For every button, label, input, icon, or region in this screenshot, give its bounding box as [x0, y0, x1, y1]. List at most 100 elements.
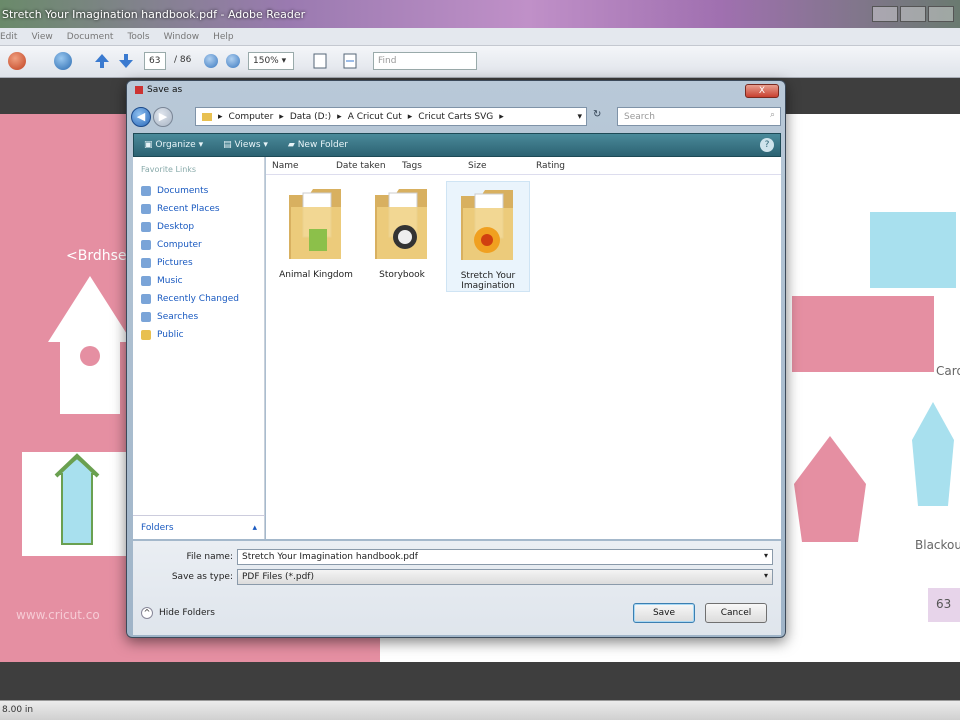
refresh-icon[interactable]: ↻ [593, 109, 601, 120]
breadcrumb-cricut-carts[interactable]: Cricut Carts SVG [418, 112, 493, 122]
breadcrumb[interactable]: ▸ Computer ▸ Data (D:) ▸ A Cricut Cut ▸ … [195, 107, 587, 126]
recently-changed-icon [141, 294, 151, 304]
reader-title: Stretch Your Imagination handbook.pdf - … [2, 8, 306, 21]
menu-window[interactable]: Window [164, 32, 200, 42]
dialog-app-icon [135, 86, 143, 94]
save-type-row: Save as type: PDF Files (*.pdf) ▾ [139, 569, 773, 585]
card-label: Card [936, 364, 960, 378]
public-folder-icon [141, 330, 151, 340]
cancel-button[interactable]: Cancel [705, 603, 767, 623]
help-icon[interactable]: ? [760, 138, 774, 152]
column-rating[interactable]: Rating [536, 161, 565, 171]
zoom-in-icon[interactable] [226, 52, 240, 72]
nav-desktop[interactable]: Desktop [133, 218, 264, 236]
menu-help[interactable]: Help [213, 32, 234, 42]
save-options-panel: File name: Stretch Your Imagination hand… [133, 541, 781, 635]
column-date-taken[interactable]: Date taken [336, 161, 386, 171]
nav-computer[interactable]: Computer [133, 236, 264, 254]
views-button[interactable]: ▤ Views ▾ [223, 140, 268, 150]
fit-page-icon[interactable] [312, 52, 328, 72]
website-text: www.cricut.co [16, 608, 100, 622]
fit-width-icon[interactable] [342, 52, 358, 72]
zoom-select[interactable]: 150% ▾ [248, 52, 294, 70]
birdhouse-label: <Brdhse [66, 248, 127, 264]
dialog-close-button[interactable]: X [745, 84, 779, 98]
chevron-down-icon[interactable]: ▾ [764, 571, 768, 580]
chevron-up-icon: ^ [141, 607, 153, 619]
blue-cell [870, 212, 956, 288]
menu-tools[interactable]: Tools [127, 32, 149, 42]
page-number-badge: 63 [928, 588, 960, 622]
find-input[interactable]: Find [373, 52, 477, 70]
nav-music[interactable]: Music [133, 272, 264, 290]
breadcrumb-cricut-cut[interactable]: A Cricut Cut [348, 112, 402, 122]
menu-bar: Edit View Document Tools Window Help [0, 28, 960, 46]
column-name[interactable]: Name [272, 161, 299, 171]
music-icon [141, 276, 151, 286]
nav-recent-places[interactable]: Recent Places [133, 200, 264, 218]
nav-recently-changed[interactable]: Recently Changed [133, 290, 264, 308]
column-tags[interactable]: Tags [402, 161, 422, 171]
breadcrumb-data[interactable]: Data (D:) [290, 112, 331, 122]
reader-toolbar: 63 / 86 150% ▾ Find [0, 46, 960, 78]
command-bar: ▣ Organize ▾ ▤ Views ▾ ▰ New Folder ? [133, 133, 781, 157]
column-size[interactable]: Size [468, 161, 486, 171]
folder-item-animal-kingdom[interactable]: Animal Kingdom [274, 181, 358, 280]
folders-toggle[interactable]: Folders ▴ [133, 515, 265, 539]
pink-birdhouse-image [794, 436, 866, 542]
folder-icon [461, 190, 513, 260]
window-controls [872, 6, 954, 22]
organize-button[interactable]: ▣ Organize ▾ [144, 140, 203, 150]
folder-item-storybook[interactable]: Storybook [360, 181, 444, 280]
chevron-down-icon[interactable]: ▾ [764, 551, 768, 560]
hide-folders-toggle[interactable]: ^ Hide Folders [141, 607, 215, 619]
save-type-label: Save as type: [171, 572, 233, 582]
close-button[interactable] [928, 6, 954, 22]
birdhouse-thumbnail [22, 452, 132, 556]
page-size-text: 8.00 in [2, 705, 34, 715]
dialog-title-bar: Save as [135, 85, 182, 95]
nav-public[interactable]: Public [133, 326, 264, 344]
search-icon[interactable]: ⌕ [770, 110, 775, 120]
birdhouse-image [48, 276, 132, 414]
file-name-input[interactable]: Stretch Your Imagination handbook.pdf ▾ [237, 549, 773, 565]
menu-view[interactable]: View [31, 32, 52, 42]
save-button[interactable]: Save [633, 603, 695, 623]
computer-icon [141, 240, 151, 250]
minimize-button[interactable] [872, 6, 898, 22]
previous-page-icon[interactable] [94, 52, 110, 72]
blackout-label: Blackout [915, 538, 960, 552]
new-folder-button[interactable]: ▰ New Folder [288, 140, 348, 150]
menu-document[interactable]: Document [67, 32, 114, 42]
collaborate-icon[interactable] [54, 52, 72, 72]
back-icon[interactable]: ◀ [131, 107, 151, 127]
save-type-select[interactable]: PDF Files (*.pdf) ▾ [237, 569, 773, 585]
folder-label: Animal Kingdom [279, 270, 353, 280]
folder-label: Storybook [379, 270, 425, 280]
address-bar: ◀ ▶ ▸ Computer ▸ Data (D:) ▸ A Cricut Cu… [131, 105, 783, 129]
nav-documents[interactable]: Documents [133, 182, 264, 200]
forward-icon[interactable]: ▶ [153, 107, 173, 127]
folder-icon [289, 189, 341, 259]
page-number-input[interactable]: 63 [144, 52, 166, 70]
favorite-links-header: Favorite Links [141, 165, 197, 174]
pink-cell [792, 296, 934, 372]
tools-menu-icon[interactable] [8, 52, 26, 72]
breadcrumb-computer[interactable]: Computer [229, 112, 274, 122]
folder-item-stretch-your-imagination[interactable]: Stretch Your Imagination [446, 181, 530, 292]
path-dropdown-icon[interactable]: ▾ [577, 112, 582, 122]
documents-icon [141, 186, 151, 196]
file-list: Name Date taken Tags Size Rating Animal … [266, 157, 781, 539]
zoom-out-icon[interactable] [204, 52, 218, 72]
status-bar: 8.00 in [0, 700, 960, 720]
nav-pictures[interactable]: Pictures [133, 254, 264, 272]
nav-searches[interactable]: Searches [133, 308, 264, 326]
reader-title-bar: Stretch Your Imagination handbook.pdf - … [0, 0, 960, 28]
maximize-button[interactable] [900, 6, 926, 22]
menu-edit[interactable]: Edit [0, 32, 17, 42]
folder-label: Stretch Your Imagination [460, 271, 516, 291]
folder-icon [375, 189, 427, 259]
next-page-icon[interactable] [118, 52, 134, 72]
recent-places-icon [141, 204, 151, 214]
search-input[interactable]: Search ⌕ [617, 107, 781, 126]
